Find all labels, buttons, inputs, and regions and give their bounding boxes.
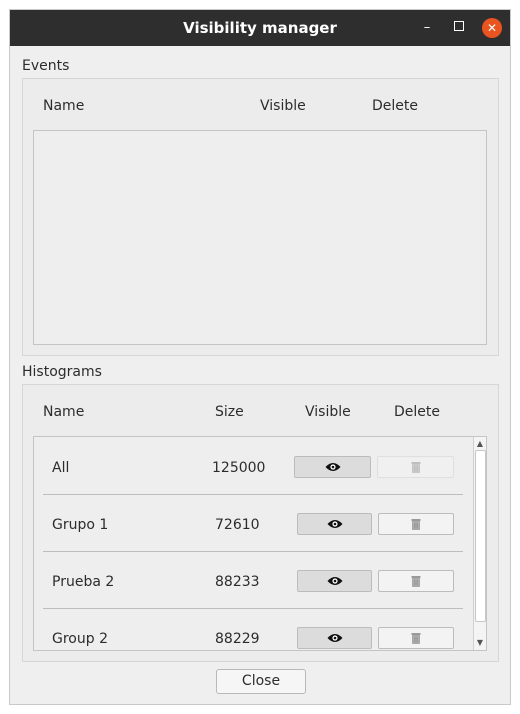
close-button[interactable]: Close [216,669,306,694]
visible-toggle-button[interactable] [297,513,372,535]
histogram-size: 72610 [215,517,260,533]
visibility-manager-window: Visibility manager – ✕ Events Name Visib… [9,9,511,705]
delete-button[interactable] [378,627,454,649]
table-row[interactable]: All 125000 [34,437,464,494]
eye-icon [327,634,342,642]
histogram-name: Prueba 2 [52,574,115,590]
visible-toggle-button[interactable] [297,627,372,649]
histogram-name: Grupo 1 [52,517,109,533]
histogram-name: Group 2 [52,631,108,647]
scroll-up-arrow-icon[interactable]: ▲ [474,438,486,450]
histogram-size: 125000 [212,460,266,476]
events-header-delete: Delete [372,98,418,114]
events-group: Name Visible Delete [22,78,499,356]
eye-icon [327,577,342,585]
histogram-name: All [52,460,70,476]
minimize-button[interactable]: – [417,18,437,38]
events-section-label: Events [22,58,70,74]
delete-button[interactable] [378,570,454,592]
maximize-button[interactable] [449,18,469,38]
delete-button[interactable] [377,456,454,478]
events-list[interactable] [33,130,487,345]
histograms-header-name: Name [43,404,85,420]
close-window-button[interactable]: ✕ [482,18,502,38]
scrollbar-thumb[interactable] [475,450,486,622]
events-header-name: Name [43,98,85,114]
histograms-group: Name Size Visible Delete All 125000 Grup… [22,384,499,662]
trash-icon [411,576,421,587]
trash-icon [411,633,421,644]
histogram-size: 88233 [215,574,260,590]
eye-icon [327,520,342,528]
table-row[interactable]: Prueba 2 88233 [34,551,464,608]
visible-toggle-button[interactable] [297,570,372,592]
histograms-header-size: Size [215,404,244,420]
trash-icon [411,462,420,473]
visible-toggle-button[interactable] [294,456,371,478]
table-row[interactable]: Group 2 88229 [34,608,464,650]
delete-button[interactable] [378,513,454,535]
histograms-scrollbar[interactable]: ▲ ▼ [473,437,486,650]
histograms-header-visible: Visible [305,404,351,420]
eye-icon [325,463,340,471]
histograms-list[interactable]: All 125000 Grupo 1 72610 Prueba 2 88233 … [33,436,487,651]
histogram-size: 88229 [215,631,260,647]
table-row[interactable]: Grupo 1 72610 [34,494,464,551]
events-header-visible: Visible [260,98,306,114]
histograms-section-label: Histograms [22,364,102,380]
trash-icon [411,519,421,530]
histograms-header-delete: Delete [394,404,440,420]
title-bar[interactable]: Visibility manager – ✕ [10,10,510,46]
maximize-icon [454,21,464,31]
scroll-down-arrow-icon[interactable]: ▼ [474,637,486,649]
